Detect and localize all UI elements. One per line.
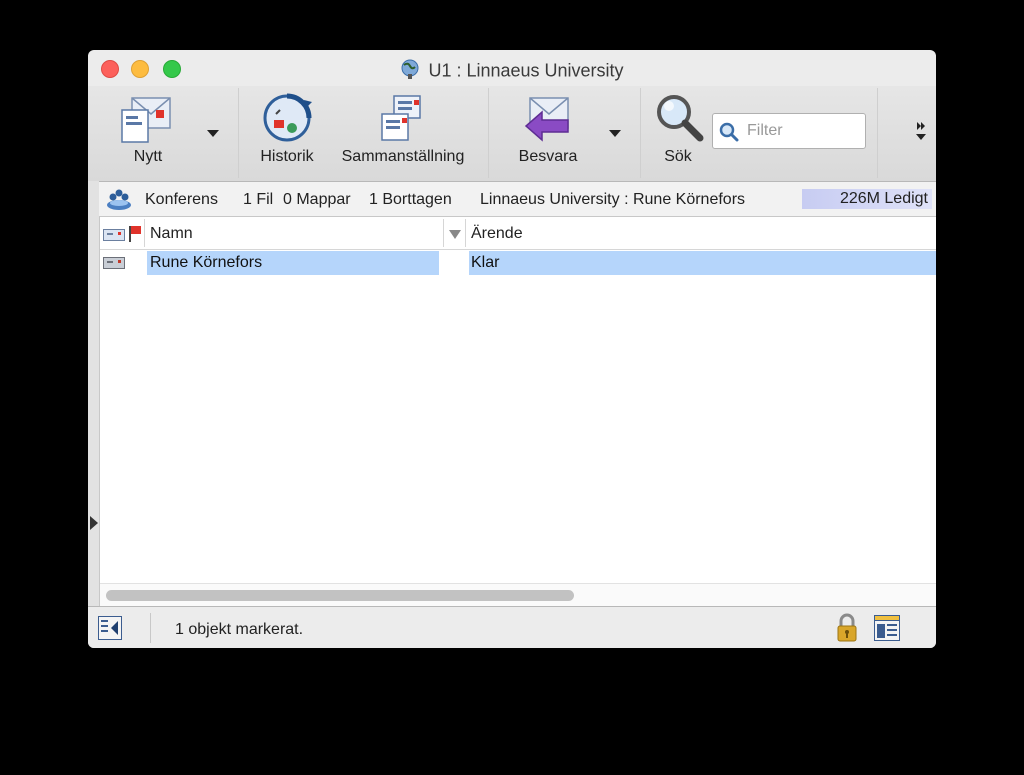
toolbar-separator: [640, 88, 641, 178]
history-button-label: Historik: [260, 148, 314, 165]
search-icon: [719, 122, 739, 147]
toolbar-separator: [877, 88, 878, 178]
history-icon: [260, 92, 314, 149]
app-window: U1 : Linnaeus University Nytt Historik S…: [88, 50, 936, 648]
window-title-area: U1 : Linnaeus University: [88, 58, 936, 85]
conference-icon: [106, 187, 132, 216]
free-space-badge: 226M Ledigt: [802, 189, 932, 209]
row-subject-cell[interactable]: Klar: [469, 251, 936, 275]
reply-dropdown-arrow[interactable]: [609, 130, 621, 137]
search-button-label: Sök: [664, 148, 692, 165]
window-title: U1 : Linnaeus University: [428, 60, 624, 81]
info-files: 1 Fil: [243, 191, 274, 208]
info-location: Linnaeus University : Rune Körnefors: [480, 191, 746, 208]
summary-button-label: Sammanställning: [341, 148, 465, 165]
expand-arrow-icon[interactable]: [90, 516, 98, 530]
horizontal-scrollbar[interactable]: [100, 583, 936, 606]
table-row[interactable]: Rune Körnefors Klar: [100, 251, 936, 275]
message-icon: [103, 256, 125, 274]
column-divider[interactable]: [144, 219, 145, 247]
toolbar-overflow-button[interactable]: [914, 120, 928, 149]
status-bar: 1 objekt markerat.: [88, 606, 936, 648]
reply-icon: [520, 92, 576, 149]
reply-button[interactable]: Besvara: [506, 92, 590, 172]
globe-icon: [400, 58, 420, 85]
toolbar: Nytt Historik Sammanställning Besvara Sö…: [88, 86, 936, 182]
sort-descending-icon[interactable]: [449, 230, 461, 239]
toolbar-separator: [488, 88, 489, 178]
info-deleted: 1 Borttagen: [369, 191, 452, 208]
row-name-cell[interactable]: Rune Körnefors: [147, 251, 439, 275]
summary-button[interactable]: Sammanställning: [334, 92, 472, 172]
new-dropdown-arrow[interactable]: [207, 130, 219, 137]
lock-icon[interactable]: [836, 613, 858, 648]
column-divider[interactable]: [443, 219, 444, 247]
search-button[interactable]: Sök: [650, 92, 706, 172]
toggle-panel-icon[interactable]: [98, 616, 122, 645]
new-message-icon: [120, 92, 176, 149]
status-separator: [150, 613, 151, 643]
sidebar-toggle-gutter[interactable]: [88, 181, 99, 606]
column-divider[interactable]: [465, 219, 466, 247]
list-view-icon[interactable]: [874, 615, 900, 646]
filter-input[interactable]: [745, 118, 861, 144]
message-column-icon[interactable]: [103, 228, 125, 246]
info-type: Konferens: [145, 191, 218, 208]
filter-field[interactable]: [712, 113, 866, 149]
column-header-name[interactable]: Namn: [150, 225, 193, 243]
history-button[interactable]: Historik: [252, 92, 322, 172]
toolbar-separator: [238, 88, 239, 178]
title-bar[interactable]: U1 : Linnaeus University: [88, 50, 936, 86]
info-bar: Konferens 1 Fil 0 Mappar 1 Borttagen Lin…: [88, 182, 936, 217]
message-list: Namn Ärende Rune Körnefors Klar: [99, 217, 936, 607]
scrollbar-thumb[interactable]: [106, 590, 574, 601]
new-button[interactable]: Nytt: [110, 92, 186, 172]
column-header-subject[interactable]: Ärende: [471, 225, 523, 243]
reply-button-label: Besvara: [518, 148, 578, 165]
status-text: 1 objekt markerat.: [175, 621, 304, 638]
summary-icon: [376, 92, 428, 149]
list-header: Namn Ärende: [100, 217, 936, 250]
info-folders: 0 Mappar: [283, 191, 351, 208]
magnifier-icon: [654, 92, 706, 149]
flag-icon[interactable]: [129, 226, 141, 247]
new-button-label: Nytt: [133, 148, 163, 165]
